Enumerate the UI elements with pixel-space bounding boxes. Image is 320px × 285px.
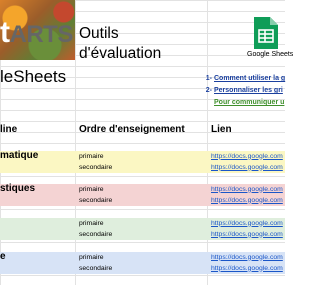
document-link[interactable]: https://docs.google.com [211,197,283,204]
teaching-order-cell: primaire [79,185,104,193]
document-link[interactable]: https://docs.google.com [211,186,283,193]
table-row: primaire https://docs.google.com [0,218,285,229]
column-divider [207,0,208,285]
google-sheets-icon[interactable] [254,17,278,49]
teaching-order-cell: secondaire [79,264,113,272]
table-row: primaire https://docs.google.com [0,252,285,263]
table-row: secondaire https://docs.google.com [0,195,285,206]
column-divider [75,0,76,285]
help-link-text[interactable]: Comment utiliser la g [214,75,285,82]
table-row: secondaire https://docs.google.com [0,162,285,173]
header-banner-image: tARTS [0,0,75,60]
google-sheets-label: Google Sheets [247,51,294,58]
document-link[interactable]: https://docs.google.com [211,153,283,160]
discipline-category: matique [0,150,39,161]
header-link: Lien [211,124,232,135]
teaching-order-cell: secondaire [79,230,113,238]
header-discipline: line [0,124,18,135]
teaching-order-cell: primaire [79,219,104,227]
discipline-category: stiques [0,183,36,194]
help-link[interactable]: 1- Comment utiliser la g [200,75,285,82]
help-link-text[interactable]: Pour communiquer u [214,99,284,106]
discipline-category: e [0,251,6,262]
document-link[interactable]: https://docs.google.com [211,265,283,272]
google-sheets-title: leSheets [0,67,67,86]
help-link-text[interactable]: Personnaliser les gri [214,87,283,94]
table-row: primaire https://docs.google.com [0,151,285,162]
table-row: primaire https://docs.google.com [0,184,285,195]
help-link[interactable]: 2- Personnaliser les gri [200,87,283,94]
document-link[interactable]: https://docs.google.com [211,220,283,227]
document-link[interactable]: https://docs.google.com [211,164,283,171]
document-link[interactable]: https://docs.google.com [211,231,283,238]
table-row: secondaire https://docs.google.com [0,263,285,274]
help-link-number: 2- [205,87,212,94]
document-link[interactable]: https://docs.google.com [211,254,283,261]
table-row: secondaire https://docs.google.com [0,229,285,240]
teaching-order-cell: primaire [79,253,104,261]
arts-logo: tARTS [0,16,73,49]
header-order: Ordre d'enseignement [79,124,185,135]
page-title: Outils d'évaluation [79,25,162,62]
help-link[interactable]: Pour communiquer u [214,99,284,106]
teaching-order-cell: primaire [79,152,104,160]
teaching-order-cell: secondaire [79,196,113,204]
help-link-number: 1- [205,75,212,82]
teaching-order-cell: secondaire [79,163,113,171]
